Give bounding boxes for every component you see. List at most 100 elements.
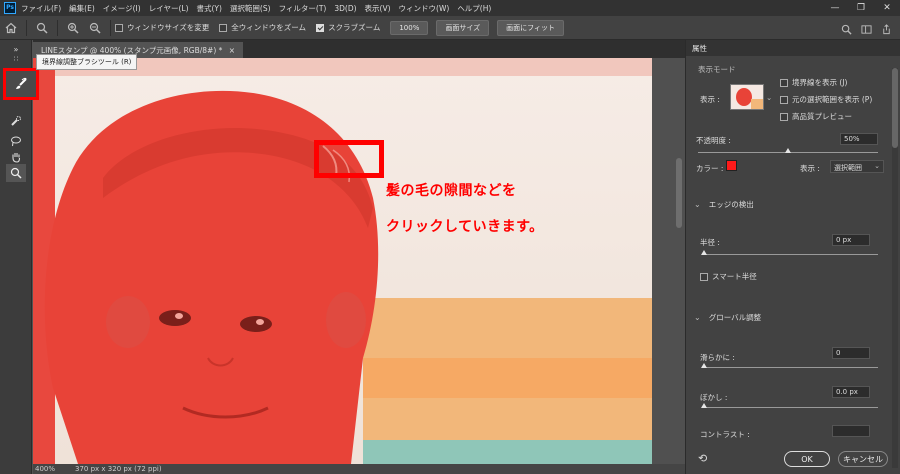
smart-radius-label: スマート半径 (712, 272, 757, 281)
menu-edit[interactable]: 編集(E) (69, 3, 95, 14)
view-mode-label: 表示モード (698, 65, 736, 74)
menu-file[interactable]: ファイル(F) (21, 3, 61, 14)
home-icon[interactable] (0, 17, 22, 39)
edge-detection-section[interactable]: ⌄ エッジの検出 (694, 199, 754, 210)
radius-slider-knob[interactable] (701, 250, 707, 255)
menu-help[interactable]: ヘルプ(H) (457, 3, 491, 14)
panel-scrollbar (892, 68, 898, 468)
feather-field[interactable]: 0.0 px (832, 386, 870, 398)
checkbox-box[interactable] (219, 23, 228, 32)
fill-screen-button[interactable]: 画面にフィット (497, 19, 565, 36)
edge-detection-title: エッジの検出 (708, 200, 754, 209)
share-icon[interactable] (876, 18, 896, 40)
opacity-label: 不透明度 : (696, 136, 731, 145)
show-edge-label: 境界線を表示 (J) (792, 78, 848, 87)
quick-selection-brush-icon[interactable] (6, 112, 26, 130)
smart-radius-checkbox[interactable]: スマート半径 (700, 271, 757, 282)
menu-image[interactable]: イメージ(I) (103, 3, 141, 14)
menu-bar: Ps ファイル(F) 編集(E) イメージ(I) レイヤー(L) 書式(Y) 選… (0, 0, 900, 16)
divider (26, 19, 27, 36)
display-label: 表示 : (800, 164, 820, 173)
ok-button[interactable]: OK (784, 451, 830, 467)
feather-slider-track[interactable] (702, 407, 878, 408)
high-quality-checkbox[interactable]: 高品質プレビュー (780, 111, 852, 122)
divider (57, 19, 58, 36)
view-label: 表示 : (700, 95, 720, 104)
display-dropdown-value: 選択範囲 (834, 164, 862, 172)
options-bar: ウィンドウサイズを変更 全ウィンドウをズーム スクラブズーム 100% 画面サイ… (0, 16, 900, 40)
zoom-all-label: 全ウィンドウをズーム (231, 23, 307, 32)
annotation-highlight-box (314, 140, 384, 178)
show-original-checkbox[interactable]: 元の選択範囲を表示 (P) (780, 94, 872, 105)
zoom-out-icon[interactable] (84, 17, 106, 39)
tool-tooltip: 境界線調整ブラシツール (R) (36, 54, 138, 70)
zoom-tool-icon[interactable] (31, 17, 53, 39)
smooth-field[interactable]: 0 (832, 347, 870, 359)
refine-edge-brush-icon (16, 77, 27, 89)
chevron-down-icon[interactable]: ⌄ (766, 93, 772, 102)
panel-scrollbar-thumb[interactable] (892, 68, 898, 148)
checkbox-box[interactable] (700, 272, 708, 281)
menu-window[interactable]: ウィンドウ(W) (399, 3, 450, 14)
zoom-in-icon[interactable] (62, 17, 84, 39)
scrubby-zoom-checkbox[interactable]: スクラブズーム (316, 22, 380, 33)
menu-type[interactable]: 書式(Y) (197, 3, 222, 14)
feather-slider-knob[interactable] (701, 403, 707, 408)
color-label: カラー : (696, 164, 724, 173)
feather-label: ぼかし : (700, 393, 728, 402)
checkbox-box[interactable] (780, 78, 788, 87)
baby-photo-with-red-overlay (33, 58, 652, 464)
resize-windows-checkbox[interactable]: ウィンドウサイズを変更 (115, 22, 209, 33)
global-refinements-section[interactable]: ⌄ グローバル調整 (694, 312, 761, 323)
smooth-slider-knob[interactable] (701, 363, 707, 368)
checkbox-box[interactable] (115, 23, 123, 32)
zoom-all-checkbox[interactable]: 全ウィンドウをズーム (219, 22, 306, 33)
divider (110, 19, 111, 36)
status-zoom[interactable]: 400% (35, 465, 55, 473)
toolbar-grip-icon: ∷ (13, 55, 19, 63)
properties-panel: 属性 表示モード 表示 : ⌄ 境界線を表示 (J) 元の選択範囲を表示 (P)… (685, 40, 900, 474)
tools-panel: » ∷ (0, 40, 39, 474)
reset-icon[interactable]: ⟲ (698, 452, 707, 465)
document-canvas[interactable] (33, 58, 652, 464)
overlay-color-swatch[interactable] (726, 160, 737, 171)
opacity-slider-knob[interactable] (785, 148, 791, 153)
show-edge-checkbox[interactable]: 境界線を表示 (J) (780, 77, 847, 88)
checkbox-box-checked[interactable] (316, 23, 325, 32)
cancel-button[interactable]: キャンセル (838, 451, 888, 467)
menu-select[interactable]: 選択範囲(S) (230, 3, 271, 14)
zoom-100-button[interactable]: 100% (390, 20, 429, 35)
menu-3d[interactable]: 3D(D) (334, 4, 356, 13)
radius-field[interactable]: 0 px (832, 234, 870, 246)
refine-edge-brush-tool[interactable] (3, 68, 39, 100)
menu-layer[interactable]: レイヤー(L) (149, 3, 189, 14)
fit-screen-button[interactable]: 画面サイズ (436, 19, 490, 36)
minimize-button[interactable]: — (822, 0, 848, 16)
menu-filter[interactable]: フィルター(T) (279, 3, 327, 14)
display-dropdown[interactable]: 選択範囲 ⌄ (830, 160, 884, 173)
opacity-field[interactable]: 50% (840, 133, 878, 145)
annotation-text-line-1: 髪の毛の隙間などを (386, 183, 517, 199)
chevron-down-icon: ⌄ (694, 313, 701, 322)
zoom-icon[interactable] (6, 164, 26, 182)
smooth-slider-track[interactable] (702, 367, 878, 368)
vertical-scrollbar-thumb[interactable] (676, 158, 682, 228)
chevron-down-icon: ⌄ (874, 162, 880, 170)
status-dimensions: 370 px x 320 px (72 ppi) (75, 465, 162, 473)
restore-button[interactable]: ❐ (848, 0, 874, 16)
contrast-label: コントラスト : (700, 430, 750, 439)
menu-view[interactable]: 表示(V) (365, 3, 391, 14)
search-icon[interactable] (836, 18, 856, 40)
workspace-icon[interactable] (856, 18, 876, 40)
panel-title: 属性 (692, 43, 707, 53)
close-tab-icon[interactable]: × (229, 46, 235, 55)
close-button[interactable]: ✕ (874, 0, 900, 16)
radius-slider-track[interactable] (702, 254, 878, 255)
checkbox-box[interactable] (780, 95, 788, 104)
photoshop-logo-icon[interactable]: Ps (4, 2, 16, 14)
view-mode-thumbnail[interactable] (730, 84, 764, 110)
high-quality-label: 高品質プレビュー (792, 112, 852, 121)
checkbox-box[interactable] (780, 112, 788, 121)
annotation-text-line-2: クリックしていきます。 (386, 219, 544, 235)
contrast-field[interactable] (832, 425, 870, 437)
